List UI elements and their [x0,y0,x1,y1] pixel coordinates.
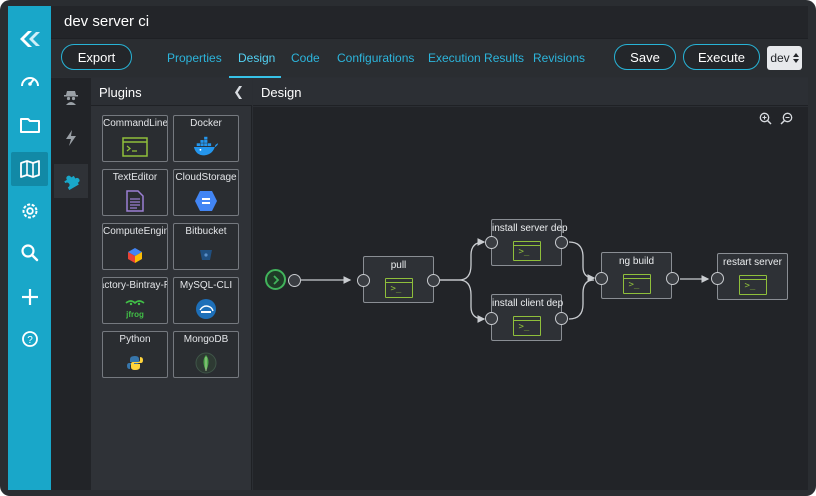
plugins-panel-title: Plugins [99,85,142,100]
terminal-icon: >_ [738,275,767,295]
plugin-tile-artifactory-bintray-rest[interactable]: tifactory-Bintray-REST jfrog [102,277,168,324]
python-icon [122,351,148,375]
document-icon [122,189,148,213]
plugin-tile-bitbucket[interactable]: Bitbucket [173,223,239,270]
logo-icon[interactable] [11,22,48,56]
plugin-tile-computeengine[interactable]: ComputeEngine [102,223,168,270]
pipeline-title: dev server ci [64,13,150,30]
main-nav-rail: ? [8,6,51,490]
title-bar: dev server ci [51,6,808,38]
connector-port[interactable] [555,312,568,325]
plugin-tile-mongodb[interactable]: MongoDB [173,331,239,378]
connector-port[interactable] [288,274,301,287]
connector [440,238,486,281]
save-button[interactable]: Save [614,44,676,70]
node-label: pull [390,260,407,271]
panel-switcher-rail [51,78,91,490]
add-icon[interactable] [11,280,48,314]
dashboard-gauge-icon[interactable] [11,64,48,98]
terminal-icon [122,135,148,159]
plugin-label: Bitbucket [185,226,227,237]
plugins-panel-header: Plugins ❮ [91,78,252,106]
connector-port[interactable] [595,272,608,285]
plugin-label: Docker [190,118,222,129]
compute-engine-icon [122,243,148,267]
terminal-icon: >_ [512,316,541,336]
environment-select[interactable]: dev [767,46,802,70]
pipeline-node-install-server-dep[interactable]: install server dep >_ [491,219,568,266]
plugin-tile-python[interactable]: Python [102,331,168,378]
plugin-label: tifactory-Bintray-REST [103,280,167,291]
pipeline-start-icon[interactable] [265,269,286,290]
terminal-icon: >_ [384,278,413,298]
plugin-tile-mysql-cli[interactable]: MySQL-CLI [173,277,239,324]
pipeline-node-ng-build[interactable]: ng build >_ [601,252,672,299]
execute-button[interactable]: Execute [683,44,760,70]
tab-properties[interactable]: Properties [167,51,222,65]
plugin-label: MySQL-CLI [179,280,233,291]
plugin-label: CloudStorage [175,172,237,183]
tab-code[interactable]: Code [291,51,320,65]
plugins-panel: Plugins ❮ CommandLine Docker TextEditor … [91,78,252,490]
jfrog-icon: jfrog [122,297,148,321]
plugin-tile-commandline[interactable]: CommandLine [102,115,168,162]
map-icon[interactable] [11,152,48,186]
search-icon[interactable] [11,236,48,270]
node-label: restart server [723,257,782,268]
environment-select-value: dev [770,51,790,65]
connector-port[interactable] [555,236,568,249]
svg-text:jfrog: jfrog [125,310,144,319]
plugin-label: Python [119,334,151,345]
help-icon[interactable]: ? [11,322,48,356]
connector [568,279,595,320]
pipeline-node-pull[interactable]: pull >_ [363,256,434,303]
export-button[interactable]: Export [61,44,132,70]
svg-text:?: ? [27,335,33,346]
tab-design[interactable]: Design [238,51,275,65]
design-panel: Design pull >_ install server dep >_ ins… [253,78,808,490]
design-panel-title: Design [261,85,302,100]
pipeline-node-install-client-dep[interactable]: install client dep >_ [491,294,564,341]
connector-port[interactable] [485,312,498,325]
connector-port[interactable] [666,272,679,285]
node-label: install client dep [492,298,564,309]
plugin-label: CommandLine [103,118,168,129]
mysql-icon [193,297,219,321]
connector-port[interactable] [711,272,724,285]
plugin-label: ComputeEngine [103,226,168,237]
settings-gear-icon[interactable] [11,194,48,228]
connector [440,279,486,323]
select-arrows-icon [792,53,799,63]
puzzle-icon[interactable] [54,164,88,198]
tab-configurations[interactable]: Configurations [337,51,414,65]
bitbucket-icon [193,243,219,267]
design-panel-header: Design [253,78,808,106]
lightning-icon[interactable] [54,121,88,155]
app-window: ? dev server ci Export Properties Design… [0,0,816,496]
connector-port[interactable] [485,236,498,249]
plugin-tile-docker[interactable]: Docker [173,115,239,162]
cloud-storage-icon [193,189,219,213]
plugin-tile-texteditor[interactable]: TextEditor [102,169,168,216]
plugin-label: TextEditor [112,172,158,183]
connector-port[interactable] [427,274,440,287]
connector [568,241,596,282]
tab-revisions[interactable]: Revisions [533,51,585,65]
editor-toolbar: Export Properties Design Code Configurat… [51,38,808,78]
terminal-icon: >_ [622,274,651,294]
terminal-icon: >_ [512,241,541,261]
plugin-label: MongoDB [183,334,229,345]
node-label: install server dep [492,223,568,234]
plugin-tile-cloudstorage[interactable]: CloudStorage [173,169,239,216]
agent-icon[interactable] [54,80,88,114]
tab-execution-results[interactable]: Execution Results [428,51,524,65]
docker-icon [193,135,219,159]
mongodb-icon [193,351,219,375]
node-label: ng build [618,256,655,267]
pipeline-canvas[interactable]: pull >_ install server dep >_ install cl… [253,107,808,490]
collapse-panel-chevron-icon[interactable]: ❮ [233,84,244,100]
pipeline-node-restart-server[interactable]: restart server >_ [717,253,788,300]
connector-port[interactable] [357,274,370,287]
folder-icon[interactable] [11,108,48,142]
